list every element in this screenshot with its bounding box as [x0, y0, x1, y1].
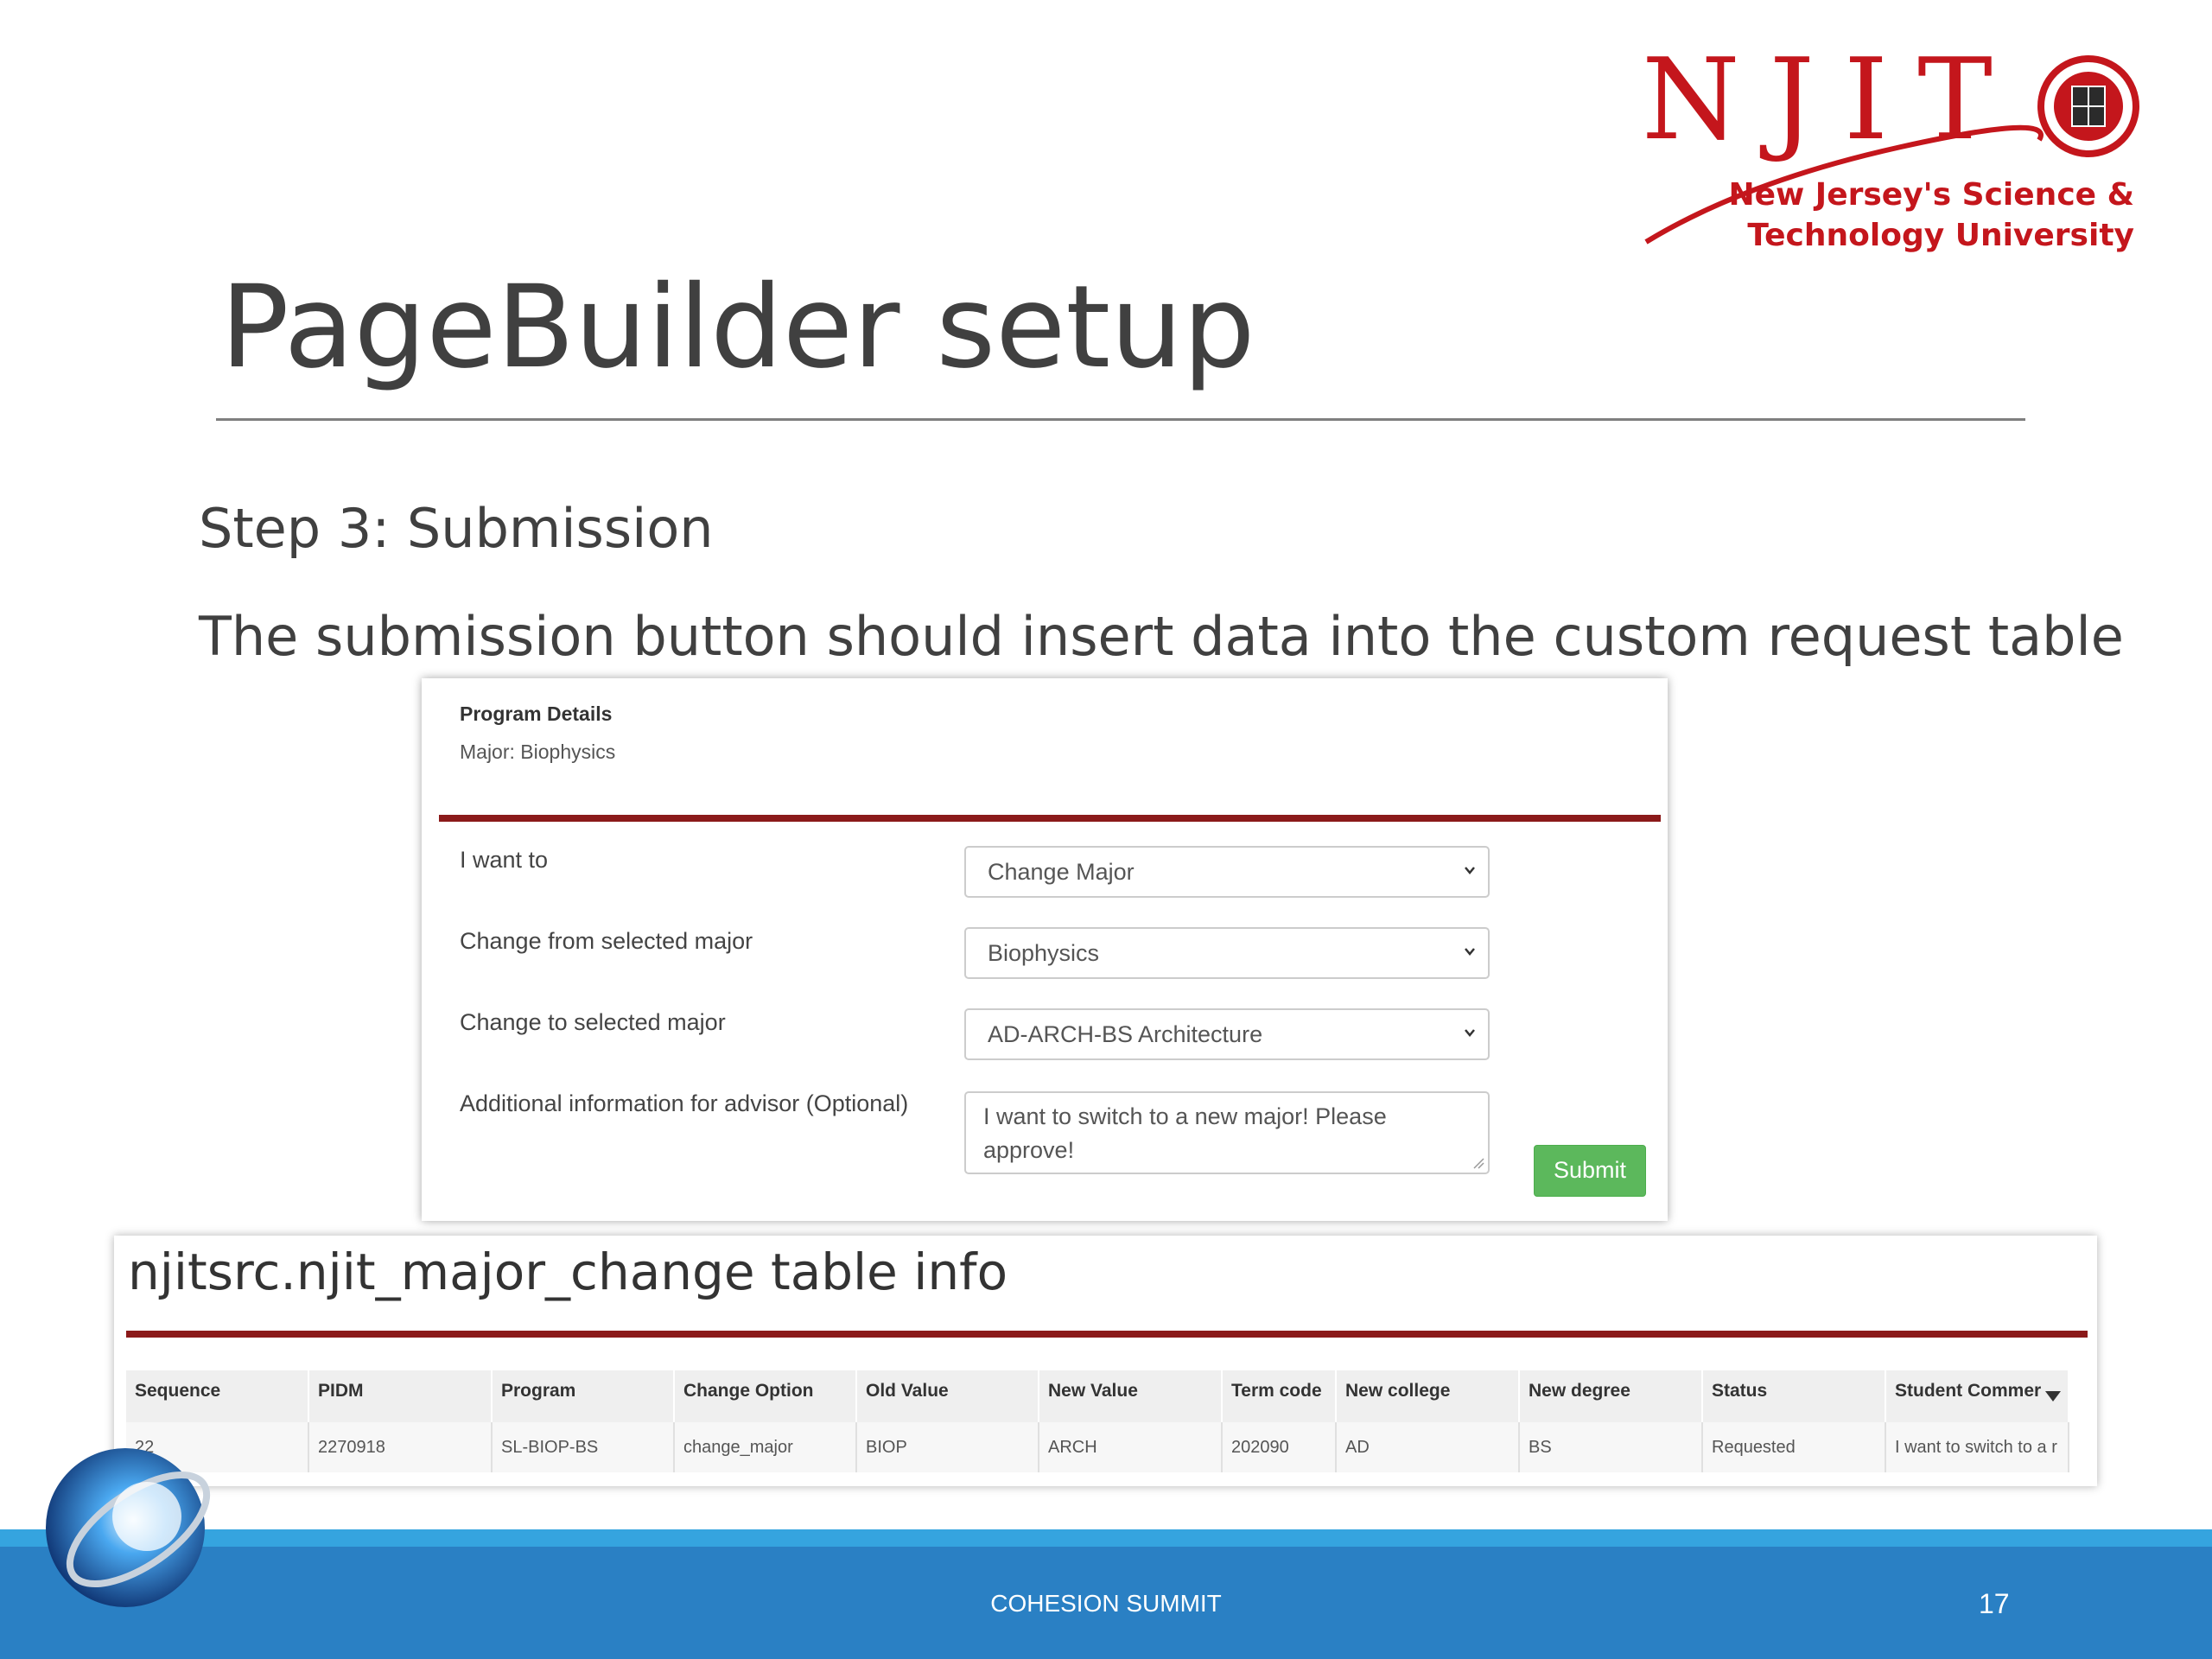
footer-accent-bar: [0, 1529, 2212, 1547]
program-details-heading: Program Details: [460, 702, 613, 725]
submit-button[interactable]: Submit: [1534, 1145, 1646, 1197]
title-divider: [216, 418, 2025, 421]
table-cell: BIOP: [857, 1422, 1039, 1472]
table-cell: BS: [1520, 1422, 1703, 1472]
chevron-down-icon: [1465, 1029, 1475, 1037]
column-header: PIDM: [309, 1370, 493, 1422]
logo-tagline-1: New Jersey's Science &: [1728, 177, 2134, 213]
form-divider: [439, 815, 1661, 822]
table-divider: [126, 1331, 2088, 1338]
logo-tagline-2: Technology University: [1747, 218, 2134, 253]
advisor-notes-label: Additional information for advisor (Opti…: [460, 1090, 909, 1116]
action-select[interactable]: Change Major: [964, 846, 1490, 898]
column-header: Old Value: [857, 1370, 1039, 1422]
advisor-notes-value: I want to switch to a new major! Please …: [983, 1103, 1387, 1163]
from-major-select[interactable]: Biophysics: [964, 927, 1490, 979]
from-major-value: Biophysics: [988, 940, 1100, 966]
footer-text: COHESION SUMMIT: [990, 1590, 1222, 1617]
column-header: Change Option: [675, 1370, 857, 1422]
current-major: Major: Biophysics: [460, 741, 616, 763]
sort-down-icon[interactable]: [2045, 1391, 2061, 1402]
page-number: 17: [1979, 1588, 2010, 1619]
from-major-label: Change from selected major: [460, 928, 753, 954]
column-header: New college: [1337, 1370, 1520, 1422]
step-heading: Step 3: Submission: [199, 497, 714, 560]
column-header-label: Student Commer: [1895, 1381, 2042, 1401]
table-cell: SL-BIOP-BS: [493, 1422, 675, 1472]
table-cell: 202090: [1223, 1422, 1337, 1472]
request-form-panel: Program Details Major: Biophysics I want…: [422, 678, 1668, 1221]
table-title: njitsrc.njit_major_change table info: [128, 1243, 1008, 1301]
njit-logo: NJIT New Jersey's Science & Technology U…: [1642, 43, 2143, 268]
column-header-sortable[interactable]: Student Commer: [1886, 1370, 2069, 1422]
column-header: Status: [1703, 1370, 1886, 1422]
column-header: New degree: [1520, 1370, 1703, 1422]
table-cell: change_major: [675, 1422, 857, 1472]
slide-title: PageBuilder setup: [220, 261, 1255, 394]
to-major-value: AD-ARCH-BS Architecture: [988, 1021, 1263, 1047]
action-label: I want to: [460, 847, 549, 873]
slide-description: The submission button should insert data…: [199, 605, 2124, 668]
table-cell: AD: [1337, 1422, 1520, 1472]
to-major-label: Change to selected major: [460, 1009, 726, 1035]
column-header: Term code: [1223, 1370, 1337, 1422]
table-cell: I want to switch to a r: [1886, 1422, 2069, 1472]
advisor-notes-textarea[interactable]: I want to switch to a new major! Please …: [964, 1091, 1490, 1174]
to-major-select[interactable]: AD-ARCH-BS Architecture: [964, 1008, 1490, 1060]
column-header: Sequence: [126, 1370, 309, 1422]
table-cell: Requested: [1703, 1422, 1886, 1472]
table-info-panel: njitsrc.njit_major_change table info Seq…: [114, 1236, 2097, 1486]
orb-logo-icon: [46, 1448, 211, 1607]
chevron-down-icon: [1465, 948, 1475, 956]
chevron-down-icon: [1465, 867, 1475, 874]
resize-handle-icon[interactable]: [1472, 1157, 1484, 1169]
table-cell: ARCH: [1039, 1422, 1223, 1472]
table-cell: 2270918: [309, 1422, 493, 1472]
column-header: Program: [493, 1370, 675, 1422]
action-select-value: Change Major: [988, 859, 1135, 885]
column-header: New Value: [1039, 1370, 1223, 1422]
